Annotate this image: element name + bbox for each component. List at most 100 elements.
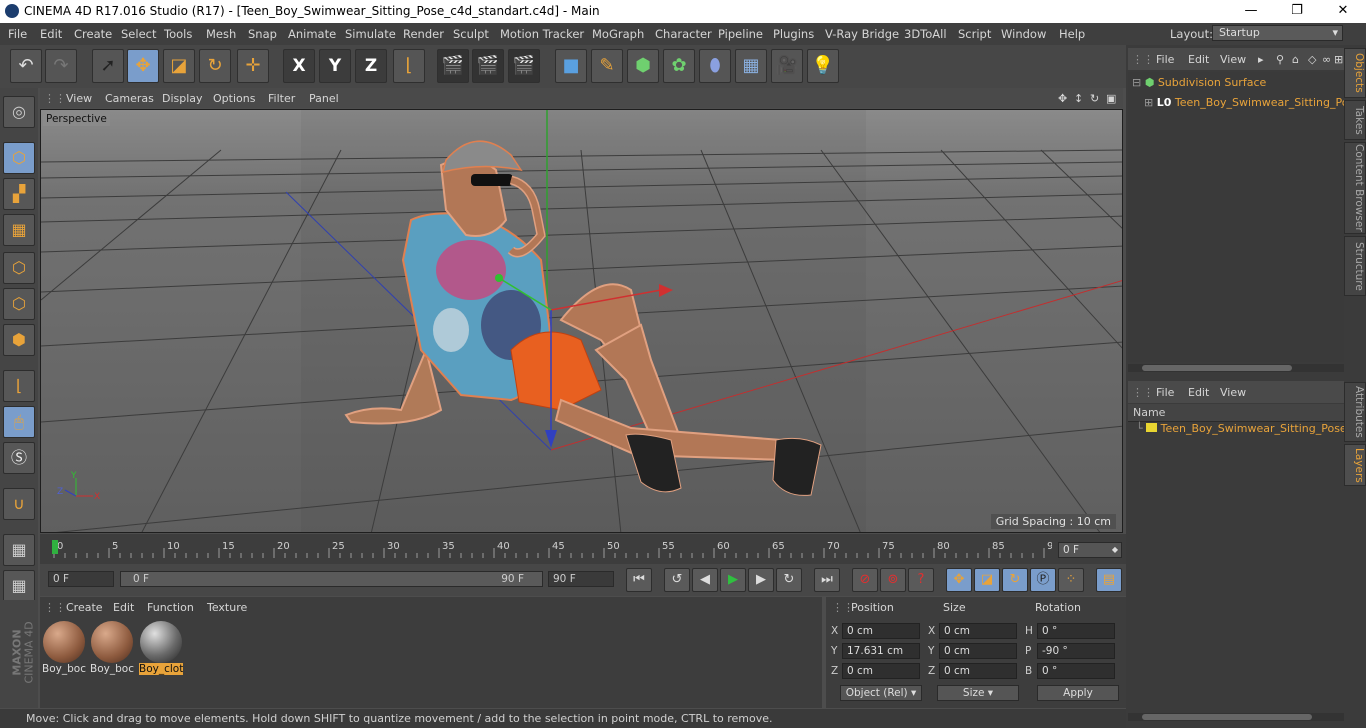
snap-button[interactable]: ∪: [3, 488, 35, 520]
maximize-button[interactable]: ❐: [1274, 0, 1320, 23]
material-menu-edit[interactable]: Edit: [113, 601, 134, 614]
end-frame-field[interactable]: 90 F: [548, 571, 614, 587]
start-frame-field[interactable]: 0 F: [48, 571, 114, 587]
menu-mograph[interactable]: MoGraph: [592, 27, 644, 41]
scrollbar-thumb[interactable]: [1142, 365, 1292, 371]
viewport-maximize-icon[interactable]: ▣: [1106, 92, 1116, 105]
current-frame-field[interactable]: 0 F ◆: [1058, 542, 1122, 558]
scrollbar-thumb[interactable]: [1142, 714, 1312, 720]
axis-mode-button[interactable]: ⌊: [3, 370, 35, 402]
tab-layers[interactable]: Layers: [1344, 444, 1366, 486]
go-to-end-button[interactable]: ⏭: [814, 568, 840, 592]
tab-takes[interactable]: Takes: [1344, 100, 1366, 140]
link-icon[interactable]: ∞: [1322, 53, 1331, 66]
live-selection-button[interactable]: ➚: [92, 49, 124, 83]
texture-mode-button[interactable]: ▞: [3, 178, 35, 210]
menu-tools[interactable]: Tools: [164, 27, 192, 41]
record-keys-button[interactable]: ⊘: [852, 568, 878, 592]
size-y-field[interactable]: 0 cm: [939, 643, 1017, 659]
keyframe-selection-button[interactable]: ?: [908, 568, 934, 592]
viewport-zoom-icon[interactable]: ↕: [1074, 92, 1083, 105]
undo-button[interactable]: ↶: [10, 49, 42, 83]
viewport-move-icon[interactable]: ✥: [1058, 92, 1067, 105]
solo-button[interactable]: Ⓢ: [3, 442, 35, 474]
object-row-teen-boy[interactable]: ⊞ L0 Teen_Boy_Swimwear_Sitting_Pos: [1144, 96, 1354, 109]
menu-help[interactable]: Help: [1059, 27, 1085, 41]
layers-menu-view[interactable]: View: [1220, 386, 1246, 399]
viewport-rotate-icon[interactable]: ↻: [1090, 92, 1099, 105]
layer-row[interactable]: └ Teen_Boy_Swimwear_Sitting_Pose: [1136, 422, 1347, 435]
model-mode-button[interactable]: ⬡: [3, 142, 35, 174]
workplane-lock-button[interactable]: ▦: [3, 534, 35, 566]
frame-range-slider[interactable]: 0 F 90 F: [120, 571, 543, 587]
tab-objects[interactable]: Objects: [1344, 48, 1366, 98]
new-window-icon[interactable]: ⊞: [1334, 53, 1343, 66]
menu-edit[interactable]: Edit: [40, 27, 62, 41]
timeline-ruler[interactable]: 051015202530354045505560657075808590 0 F…: [40, 534, 1126, 564]
search-icon[interactable]: ⚲: [1276, 53, 1284, 66]
menu-plugins[interactable]: Plugins: [773, 27, 814, 41]
record-parameter-button[interactable]: Ⓟ: [1030, 568, 1056, 592]
y-axis-lock-button[interactable]: Y: [319, 49, 351, 83]
menu-3dtoall[interactable]: 3DToAll: [904, 27, 947, 41]
menu-simulate[interactable]: Simulate: [345, 27, 396, 41]
coordinate-system-button[interactable]: ⌊: [393, 49, 425, 83]
autokey-button[interactable]: ⊚: [880, 568, 906, 592]
previous-key-button[interactable]: ↺: [664, 568, 690, 592]
tab-content-browser[interactable]: Content Browser: [1344, 142, 1366, 234]
viewport-menu-display[interactable]: Display: [162, 92, 203, 105]
polygons-mode-button[interactable]: ⬢: [3, 324, 35, 356]
add-array-button[interactable]: ✿: [663, 49, 695, 83]
home-icon[interactable]: ⌂: [1292, 53, 1299, 66]
chevron-right-icon[interactable]: ▸: [1258, 53, 1264, 66]
x-axis-lock-button[interactable]: X: [283, 49, 315, 83]
make-editable-button[interactable]: ◎: [3, 96, 35, 128]
menu-window[interactable]: Window: [1001, 27, 1046, 41]
add-deformer-button[interactable]: ⬮: [699, 49, 731, 83]
bookmark-icon[interactable]: ◇: [1308, 53, 1316, 66]
viewport-menu-options[interactable]: Options: [213, 92, 255, 105]
menu-script[interactable]: Script: [958, 27, 991, 41]
add-camera-button[interactable]: 🎥: [771, 49, 803, 83]
layers-menu-edit[interactable]: Edit: [1188, 386, 1209, 399]
go-to-start-button[interactable]: ⏮: [626, 568, 652, 592]
recent-tool-button[interactable]: ✛: [237, 49, 269, 83]
record-pla-button[interactable]: ⁘: [1058, 568, 1084, 592]
menu-vray-bridge[interactable]: V-Ray Bridge: [825, 27, 899, 41]
layers-menu-file[interactable]: File: [1156, 386, 1174, 399]
viewport-menu-panel[interactable]: Panel: [309, 92, 339, 105]
menu-create[interactable]: Create: [74, 27, 112, 41]
add-light-button[interactable]: 💡: [807, 49, 839, 83]
material-item[interactable]: Boy_boc: [42, 621, 86, 679]
rot-h-field[interactable]: 0 °: [1037, 623, 1115, 639]
z-axis-lock-button[interactable]: Z: [355, 49, 387, 83]
material-item-selected[interactable]: Boy_clot: [139, 621, 183, 679]
workplane-mode-button[interactable]: ▦: [3, 214, 35, 246]
coordinate-mode-dropdown[interactable]: Object (Rel) ▾: [840, 685, 922, 701]
size-x-field[interactable]: 0 cm: [939, 623, 1017, 639]
menu-snap[interactable]: Snap: [248, 27, 277, 41]
menu-animate[interactable]: Animate: [288, 27, 336, 41]
menu-file[interactable]: File: [8, 27, 27, 41]
object-row-subdivision[interactable]: ⊟ ⬢ Subdivision Surface: [1132, 76, 1266, 89]
material-menu-create[interactable]: Create: [66, 601, 103, 614]
record-position-button[interactable]: ✥: [946, 568, 972, 592]
tab-attributes[interactable]: Attributes: [1344, 382, 1366, 442]
rot-p-field[interactable]: -90 °: [1037, 643, 1115, 659]
pos-z-field[interactable]: 0 cm: [842, 663, 920, 679]
menu-motion-tracker[interactable]: Motion Tracker: [500, 27, 584, 41]
apply-button[interactable]: Apply: [1037, 685, 1119, 701]
menu-select[interactable]: Select: [121, 27, 156, 41]
material-menu-function[interactable]: Function: [147, 601, 194, 614]
points-mode-button[interactable]: ⬡: [3, 252, 35, 284]
record-scale-button[interactable]: ◪: [974, 568, 1000, 592]
render-picture-viewer-button[interactable]: 🎬: [472, 49, 504, 83]
record-rotation-button[interactable]: ↻: [1002, 568, 1028, 592]
render-settings-button[interactable]: 🎬: [508, 49, 540, 83]
pos-x-field[interactable]: 0 cm: [842, 623, 920, 639]
tab-structure[interactable]: Structure: [1344, 236, 1366, 296]
menu-mesh[interactable]: Mesh: [206, 27, 236, 41]
close-button[interactable]: ✕: [1320, 0, 1366, 23]
objects-menu-view[interactable]: View: [1220, 53, 1246, 66]
timeline-window-button[interactable]: ▤: [1096, 568, 1122, 592]
